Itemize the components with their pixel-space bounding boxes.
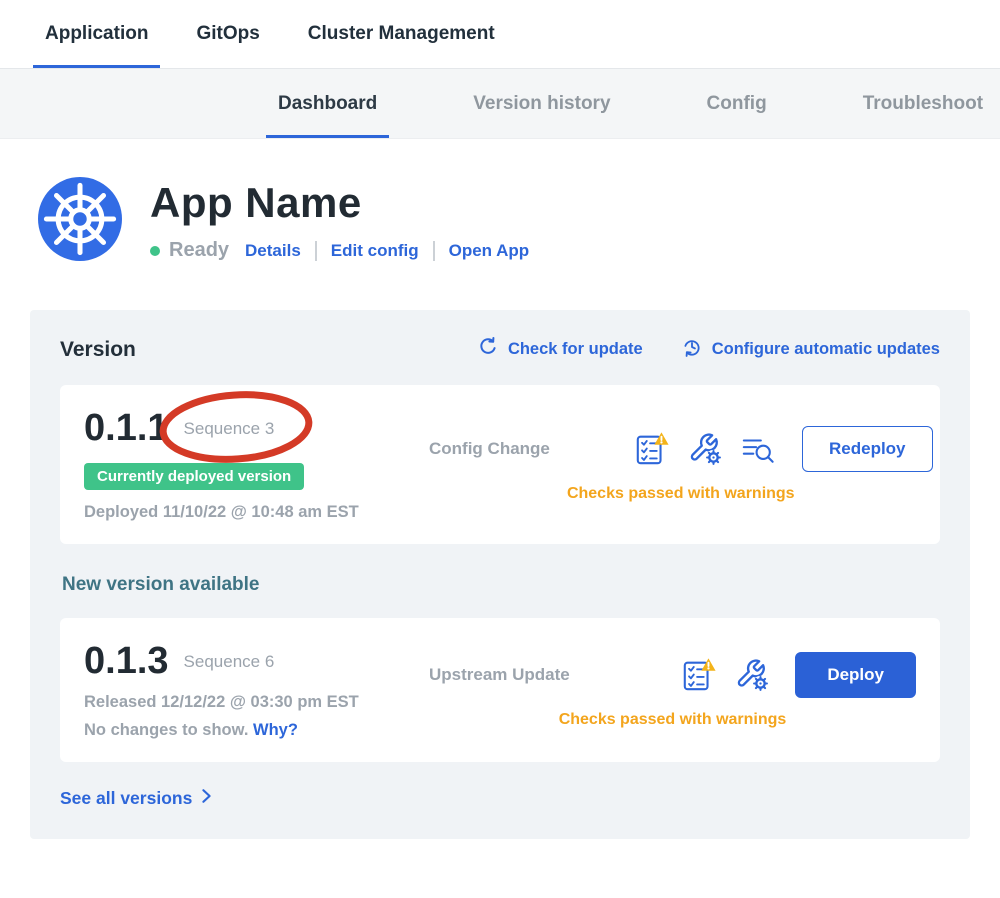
divider xyxy=(315,241,317,261)
details-link[interactable]: Details xyxy=(245,241,301,261)
version-section-title: Version xyxy=(60,338,136,362)
status-label: Ready xyxy=(169,239,229,262)
status-dot xyxy=(150,246,160,256)
top-nav: Application GitOps Cluster Management xyxy=(0,0,1000,69)
change-type-label: Config Change xyxy=(429,439,634,459)
check-for-update-label: Check for update xyxy=(508,340,643,359)
why-link[interactable]: Why? xyxy=(253,721,298,739)
current-sequence-label: Sequence 3 xyxy=(184,419,275,439)
configure-automatic-updates-link[interactable]: Configure automatic updates xyxy=(681,336,940,363)
app-header: App Name Ready Details Edit config Open … xyxy=(0,139,1000,266)
tab-dashboard[interactable]: Dashboard xyxy=(266,69,389,138)
refresh-icon xyxy=(477,336,499,363)
new-sequence-label: Sequence 6 xyxy=(184,652,275,672)
currently-deployed-badge: Currently deployed version xyxy=(84,463,304,490)
new-version-heading: New version available xyxy=(62,574,938,596)
wrench-gear-icon[interactable] xyxy=(688,432,722,466)
current-version-number: 0.1.1 xyxy=(84,407,169,450)
top-nav-gitops[interactable]: GitOps xyxy=(184,0,271,68)
app-sub-nav: Dashboard Version history Config Trouble… xyxy=(0,69,1000,139)
new-version-number: 0.1.3 xyxy=(84,640,169,683)
see-all-versions-label: See all versions xyxy=(60,788,192,809)
deployed-timestamp: Deployed 11/10/22 @ 10:48 am EST xyxy=(84,503,429,522)
version-section: Version Check for update xyxy=(30,310,970,839)
top-nav-cluster-management[interactable]: Cluster Management xyxy=(296,0,507,68)
tab-config[interactable]: Config xyxy=(695,69,779,138)
change-type-label: Upstream Update xyxy=(429,665,634,685)
tab-version-history[interactable]: Version history xyxy=(461,69,622,138)
tab-troubleshoot[interactable]: Troubleshoot xyxy=(851,69,995,138)
edit-config-link[interactable]: Edit config xyxy=(331,241,419,261)
check-for-update-link[interactable]: Check for update xyxy=(477,336,643,363)
redeploy-button[interactable]: Redeploy xyxy=(802,426,933,472)
open-app-link[interactable]: Open App xyxy=(449,241,530,261)
no-changes-text: No changes to show. xyxy=(84,721,248,739)
new-version-card: 0.1.3 Sequence 6 Released 12/12/22 @ 03:… xyxy=(60,618,940,762)
list-magnifier-icon[interactable] xyxy=(740,432,776,466)
checks-warning-text: Checks passed with warnings xyxy=(429,485,933,503)
chevron-right-icon xyxy=(201,788,212,809)
preflight-checks-icon[interactable] xyxy=(681,657,717,693)
top-nav-application[interactable]: Application xyxy=(33,0,160,68)
clock-refresh-icon xyxy=(681,336,703,363)
page-title: App Name xyxy=(150,179,529,227)
app-status-row: Ready Details Edit config Open App xyxy=(150,239,529,262)
checks-warning-text: Checks passed with warnings xyxy=(429,711,916,729)
current-version-card: 0.1.1 Sequence 3 Currently deployed vers… xyxy=(60,385,940,544)
preflight-checks-icon[interactable] xyxy=(634,431,670,467)
released-timestamp: Released 12/12/22 @ 03:30 pm EST xyxy=(84,693,429,712)
configure-automatic-updates-label: Configure automatic updates xyxy=(712,340,940,359)
deploy-button[interactable]: Deploy xyxy=(795,652,916,698)
see-all-versions-link[interactable]: See all versions xyxy=(60,788,940,809)
divider xyxy=(433,241,435,261)
wrench-gear-icon[interactable] xyxy=(735,658,769,692)
kubernetes-logo-icon xyxy=(38,177,122,266)
